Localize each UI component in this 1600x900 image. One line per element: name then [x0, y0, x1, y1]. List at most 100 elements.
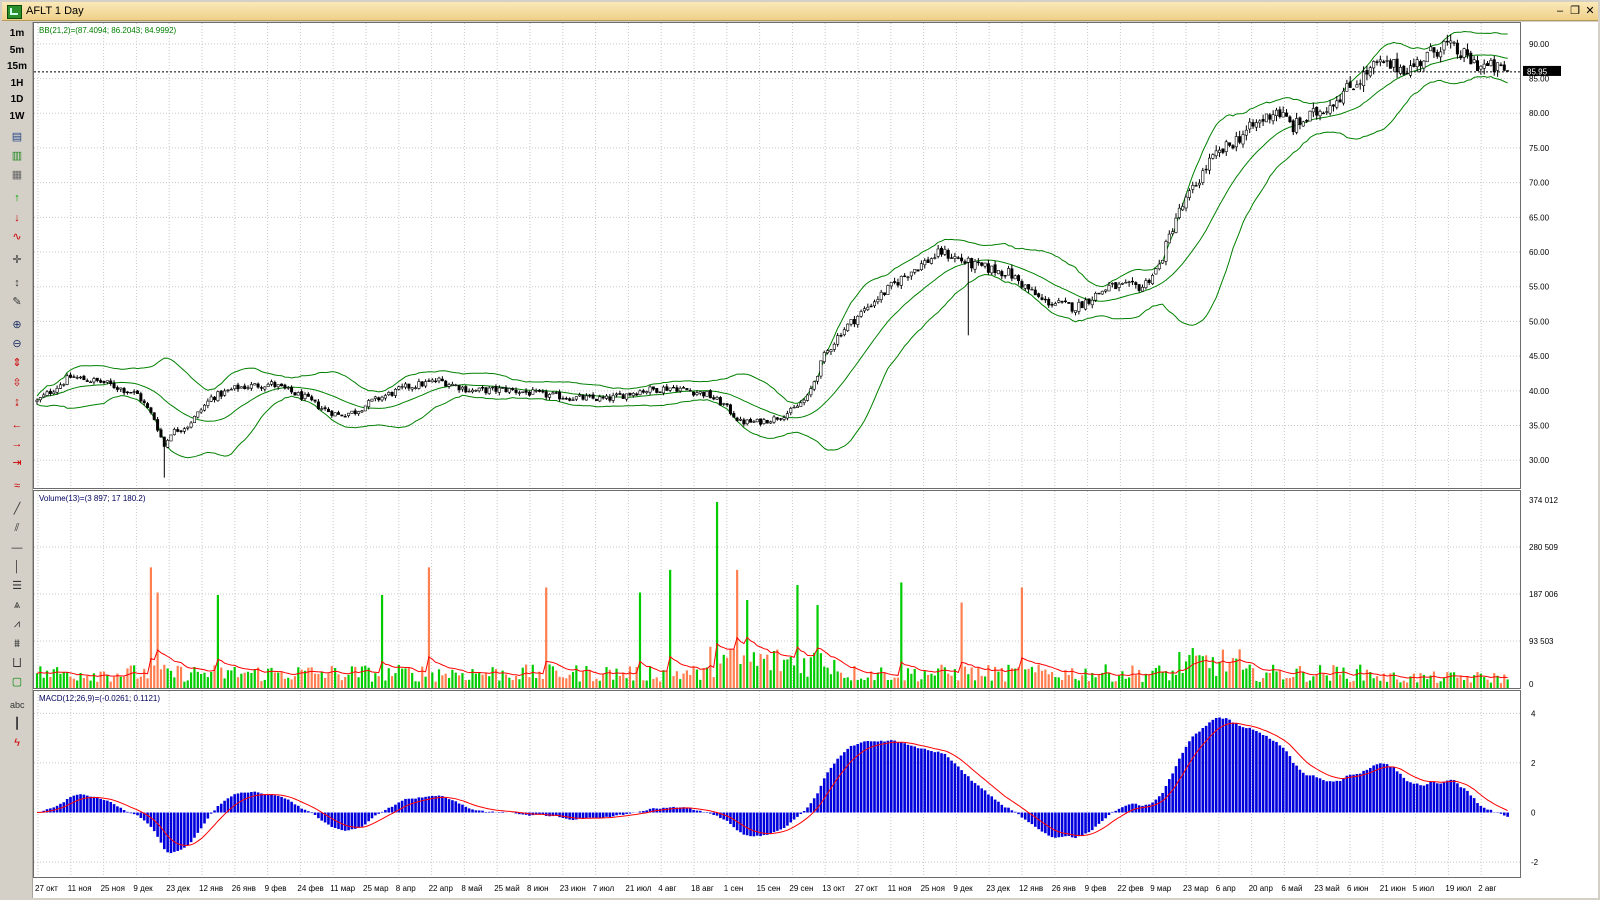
- price-chart: [34, 23, 1520, 488]
- lightning-icon[interactable]: ϟ: [10, 736, 24, 750]
- candle-body: [79, 376, 83, 379]
- bar-chart-icon[interactable]: ▥: [10, 149, 24, 163]
- macd-histogram-bar: [444, 797, 447, 813]
- volume-bar: [126, 668, 129, 688]
- scroll-left-icon[interactable]: ←: [10, 418, 24, 432]
- candle-body: [1482, 63, 1486, 69]
- zoom-in-icon[interactable]: ⊕: [10, 318, 24, 332]
- arc-icon[interactable]: ⩘: [10, 617, 24, 631]
- timeframe-1d-button[interactable]: 1D: [4, 92, 30, 107]
- candle-body: [186, 426, 190, 429]
- timeframe-1m-button[interactable]: 1m: [4, 26, 30, 41]
- zoom-out-icon[interactable]: ⊖: [10, 337, 24, 351]
- macd-histogram-bar: [1258, 732, 1262, 813]
- candle-body: [223, 390, 227, 396]
- gann-icon[interactable]: ⩩: [10, 637, 24, 651]
- macd-histogram-bar: [1013, 811, 1017, 813]
- candle: [742, 417, 746, 427]
- candle: [286, 385, 290, 390]
- macd-histogram-bar: [1064, 812, 1067, 837]
- volume-bar: [829, 674, 833, 688]
- candle: [1130, 277, 1134, 286]
- macd-histogram-bar: [1439, 783, 1442, 813]
- candle-body: [970, 258, 974, 269]
- indicator-icon[interactable]: ≈: [10, 479, 24, 493]
- last-price-value: 85.95: [1527, 67, 1548, 76]
- candle: [1412, 58, 1416, 68]
- candle: [856, 315, 860, 328]
- candle-body: [1315, 106, 1319, 116]
- macd-pane[interactable]: MACD(12;26,9)=(-0.0261; 0.1121): [33, 690, 1521, 878]
- volume-bar: [1241, 669, 1245, 688]
- volume-bar: [896, 677, 900, 688]
- candle: [1402, 64, 1406, 76]
- macd-histogram-bar: [987, 794, 990, 813]
- timeframe-1h-button[interactable]: 1H: [4, 76, 30, 91]
- period-icon[interactable]: ⨆: [10, 656, 24, 670]
- timeframe-1w-button[interactable]: 1W: [4, 109, 30, 124]
- text-icon[interactable]: abc: [10, 698, 25, 712]
- candle-body: [1097, 292, 1101, 295]
- candle-body: [1147, 279, 1151, 283]
- macd-histogram-bar: [122, 810, 126, 813]
- scale-up-icon[interactable]: ⇕: [10, 356, 24, 370]
- candle: [290, 385, 294, 395]
- candle-body: [1127, 281, 1131, 284]
- hline-icon[interactable]: —: [10, 541, 24, 555]
- volume-tick-label: 93 503: [1529, 637, 1554, 646]
- vline-icon[interactable]: │: [10, 560, 24, 574]
- scroll-end-icon[interactable]: ⇥: [10, 456, 24, 470]
- volume-bar: [444, 673, 447, 688]
- volume-bar: [689, 674, 692, 688]
- macd-histogram-bar: [1104, 812, 1107, 819]
- volume-bar: [102, 671, 106, 688]
- candle-body: [836, 335, 840, 345]
- minimize-icon[interactable]: –: [1554, 5, 1566, 17]
- scroll-right-icon[interactable]: →: [10, 437, 24, 451]
- macd-histogram-bar: [330, 812, 334, 827]
- candle: [1308, 110, 1312, 122]
- fibonacci-icon[interactable]: ☰: [10, 579, 24, 593]
- fit-icon[interactable]: ↨: [10, 395, 24, 409]
- candle-body: [1342, 90, 1346, 104]
- title-bar[interactable]: AFLT 1 Day – ❐ ✕: [2, 2, 1598, 21]
- volume-bar: [1198, 655, 1201, 688]
- candle-body: [363, 405, 367, 412]
- crosshair-icon[interactable]: ✛: [10, 253, 24, 267]
- candle: [517, 390, 521, 396]
- close-icon[interactable]: ✕: [1584, 5, 1596, 17]
- sell-icon[interactable]: ↓: [10, 211, 24, 225]
- candle-body: [1006, 268, 1010, 276]
- channel-icon[interactable]: ⫽: [10, 521, 24, 535]
- candle-body: [233, 385, 237, 390]
- macd-histogram-bar: [477, 810, 481, 813]
- volume-bar: [1044, 669, 1047, 688]
- volume-bar: [233, 666, 236, 688]
- restore-icon[interactable]: ❐: [1569, 5, 1581, 17]
- candle-body: [1295, 118, 1299, 133]
- macd-histogram-bar: [491, 811, 494, 813]
- price-pane[interactable]: BB(21,2)=(87.4094; 86.2043; 84.9992): [33, 22, 1521, 489]
- volume-pane[interactable]: Volume(13)=(3 897; 17 180.2): [33, 490, 1521, 689]
- fan-icon[interactable]: ⩓: [10, 598, 24, 612]
- buy-icon[interactable]: ↑: [10, 191, 24, 205]
- line-chart-icon[interactable]: ▤: [10, 130, 24, 144]
- candle-body: [1375, 61, 1379, 63]
- timeframe-5m-button[interactable]: 5m: [4, 43, 30, 58]
- wave-icon[interactable]: ∿: [10, 230, 24, 244]
- bars-icon[interactable]: ┃: [10, 717, 24, 731]
- trendline-icon[interactable]: ╱: [10, 502, 24, 516]
- cursor-icon[interactable]: ↕: [10, 276, 24, 290]
- scale-down-icon[interactable]: ⇳: [10, 376, 24, 390]
- candle: [1063, 297, 1067, 304]
- pencil-icon[interactable]: ✎: [10, 295, 24, 309]
- macd-histogram-bar: [1010, 810, 1014, 813]
- candle-body: [1003, 275, 1007, 277]
- macd-histogram-bar: [397, 802, 401, 813]
- date-axis: 27 окт 11 ноя 25 ноя 9 дек 23 дек 12 янв 26 ян…: [35, 884, 1497, 893]
- rectangle-icon[interactable]: ▢: [10, 675, 24, 689]
- candle-chart-icon[interactable]: ▦: [10, 168, 24, 182]
- macd-histogram-bar: [1436, 783, 1439, 813]
- timeframe-15m-button[interactable]: 15m: [4, 59, 30, 74]
- volume-bar: [682, 673, 685, 688]
